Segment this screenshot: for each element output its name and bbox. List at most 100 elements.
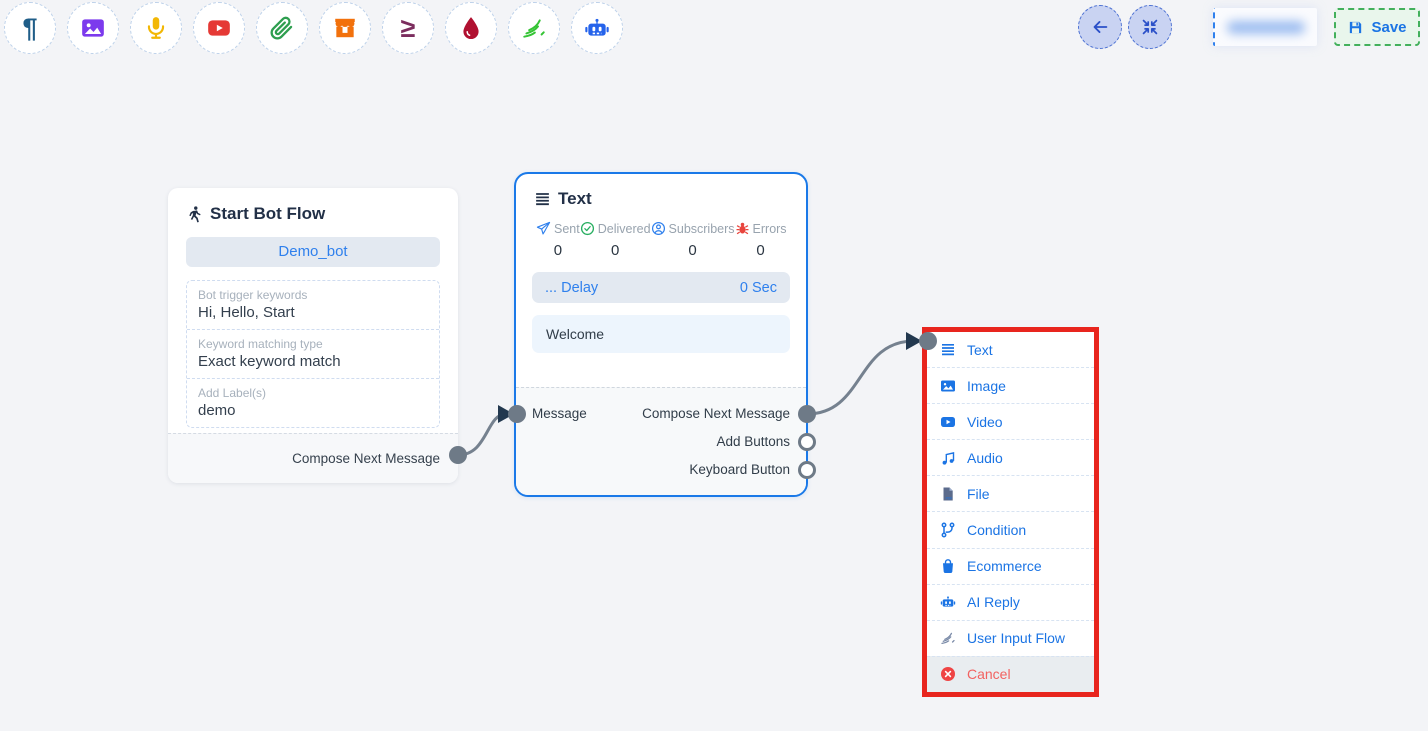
field-bot-trigger-keywords[interactable]: Bot trigger keywords Hi, Hello, Start xyxy=(187,281,439,329)
text-message-input-socket[interactable] xyxy=(508,405,526,423)
text-icon xyxy=(940,342,956,358)
field-value: demo xyxy=(198,402,428,419)
start-bot-flow-node[interactable]: Start Bot Flow Demo_bot Bot trigger keyw… xyxy=(168,188,458,483)
subscriber-icon xyxy=(651,221,666,236)
stat-label: Sent xyxy=(554,222,580,236)
toolbar-button-image[interactable] xyxy=(67,2,119,54)
menu-item-label: Text xyxy=(967,342,993,358)
start-node-header: Start Bot Flow xyxy=(186,204,440,224)
cancel-icon xyxy=(940,666,956,682)
robot-icon xyxy=(584,15,610,41)
stat-errors: Errors 0 xyxy=(735,221,787,259)
menu-item-label: File xyxy=(967,486,990,502)
store-icon xyxy=(332,15,358,41)
toolbar-button-microphone[interactable] xyxy=(130,2,182,54)
keyboard-button-socket[interactable] xyxy=(798,461,816,479)
stat-value: 0 xyxy=(735,242,787,259)
image-icon xyxy=(80,15,106,41)
menu-item-label: Video xyxy=(967,414,1003,430)
field-add-labels[interactable]: Add Label(s) demo xyxy=(187,378,439,427)
check-circle-icon xyxy=(580,221,595,236)
signature-icon xyxy=(521,15,547,41)
menu-anchor-socket[interactable] xyxy=(919,332,937,350)
start-node-fields: Bot trigger keywords Hi, Hello, Start Ke… xyxy=(186,280,440,428)
user-input-flow-icon xyxy=(940,630,956,646)
start-node-footer: Compose Next Message xyxy=(168,433,458,483)
menu-item-text[interactable]: Text xyxy=(927,332,1094,367)
send-icon xyxy=(536,221,551,236)
text-message-node[interactable]: Text Sent 0 Delivered 0 Subscribers 0 xyxy=(514,172,808,497)
edge-text-to-menu xyxy=(807,341,914,414)
field-label: Add Label(s) xyxy=(198,386,428,400)
message-input-label: Message xyxy=(532,406,587,421)
microphone-icon xyxy=(143,15,169,41)
stat-value: 0 xyxy=(580,242,651,259)
video-icon xyxy=(940,414,956,430)
toolbar-button-greater-equal[interactable]: ≥ xyxy=(382,2,434,54)
field-label: Bot trigger keywords xyxy=(198,288,428,302)
keyboard-button-label: Keyboard Button xyxy=(689,462,790,477)
menu-item-label: Cancel xyxy=(967,666,1011,682)
delay-setting[interactable]: ... Delay 0 Sec xyxy=(532,272,790,303)
menu-item-cancel[interactable]: Cancel xyxy=(927,656,1094,692)
menu-item-user-input-flow[interactable]: User Input Flow xyxy=(927,620,1094,656)
toolbar-button-youtube[interactable] xyxy=(193,2,245,54)
text-node-title: Text xyxy=(558,189,592,209)
menu-item-ai-reply[interactable]: AI Reply xyxy=(927,584,1094,620)
hamburger-icon xyxy=(534,191,551,208)
add-buttons-socket[interactable] xyxy=(798,433,816,451)
start-node-title: Start Bot Flow xyxy=(210,204,325,224)
image-icon xyxy=(940,378,956,394)
droplet-icon xyxy=(458,15,484,41)
toolbar-button-store[interactable] xyxy=(319,2,371,54)
toolbar-button-robot[interactable] xyxy=(571,2,623,54)
menu-item-condition[interactable]: Condition xyxy=(927,511,1094,547)
save-button[interactable]: Save xyxy=(1334,8,1420,46)
text-compose-output-socket[interactable] xyxy=(798,405,816,423)
start-compose-output-socket[interactable] xyxy=(449,446,467,464)
menu-item-label: Audio xyxy=(967,450,1003,466)
menu-item-ecommerce[interactable]: Ecommerce xyxy=(927,548,1094,584)
menu-item-file[interactable]: PDF File xyxy=(927,475,1094,511)
paperclip-icon xyxy=(269,15,295,41)
toolbar-button-paperclip[interactable] xyxy=(256,2,308,54)
stat-subscribers: Subscribers 0 xyxy=(651,221,735,259)
compose-next-message-label: Compose Next Message xyxy=(292,451,440,466)
field-value: Exact keyword match xyxy=(198,353,428,370)
menu-item-label: AI Reply xyxy=(967,594,1020,610)
toolbar-button-droplet[interactable] xyxy=(445,2,497,54)
text-node-footer: Message Compose Next Message Add Buttons… xyxy=(516,387,806,495)
menu-item-label: Ecommerce xyxy=(967,558,1042,574)
audio-icon xyxy=(940,450,956,466)
file-icon: PDF xyxy=(940,486,956,502)
menu-item-label: Image xyxy=(967,378,1006,394)
text-node-header: Text xyxy=(534,189,788,209)
compress-button[interactable] xyxy=(1128,5,1172,49)
redacted-text xyxy=(1227,21,1305,34)
delay-label: ... Delay xyxy=(545,280,598,296)
stats-row: Sent 0 Delivered 0 Subscribers 0 Errors … xyxy=(536,221,786,259)
bot-name-button[interactable]: Demo_bot xyxy=(186,237,440,267)
stat-label: Errors xyxy=(753,222,787,236)
menu-item-audio[interactable]: Audio xyxy=(927,439,1094,475)
stat-value: 0 xyxy=(536,242,580,259)
menu-item-image[interactable]: Image xyxy=(927,367,1094,403)
message-text-box[interactable]: Welcome xyxy=(532,315,790,353)
svg-text:PDF: PDF xyxy=(946,497,953,501)
stat-label: Delivered xyxy=(598,222,651,236)
youtube-icon xyxy=(206,15,232,41)
menu-item-label: Condition xyxy=(967,522,1026,538)
next-message-type-menu: Text Image Video Audio PDF File Conditio… xyxy=(922,327,1099,697)
toolbar-button-signature[interactable] xyxy=(508,2,560,54)
compress-icon xyxy=(1139,16,1161,38)
delay-value: 0 Sec xyxy=(740,280,777,296)
greater-equal-icon: ≥ xyxy=(401,15,416,42)
menu-item-video[interactable]: Video xyxy=(927,403,1094,439)
back-button[interactable] xyxy=(1078,5,1122,49)
toolbar-button-paragraph[interactable]: ¶ xyxy=(4,2,56,54)
message-text: Welcome xyxy=(546,326,604,342)
redacted-flow-name-button[interactable] xyxy=(1213,8,1317,46)
field-keyword-matching-type[interactable]: Keyword matching type Exact keyword matc… xyxy=(187,329,439,378)
walking-person-icon xyxy=(186,206,203,223)
bug-icon xyxy=(735,221,750,236)
